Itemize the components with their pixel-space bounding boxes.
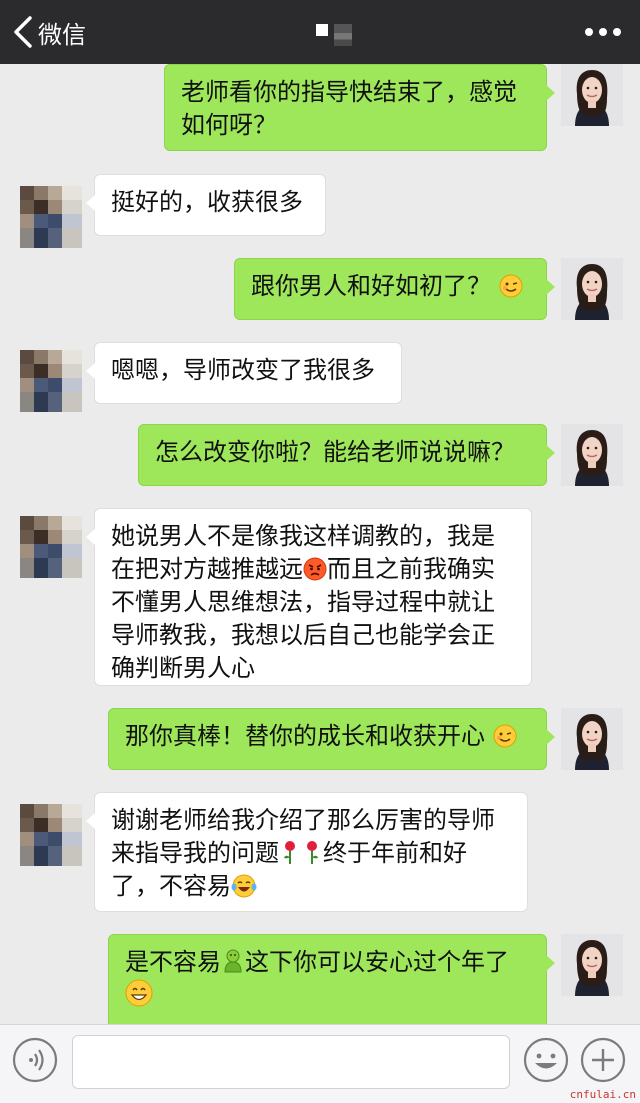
title-pixel-block [334, 24, 352, 46]
chat-area[interactable]: 老师看你的指导快结束了，感觉如何呀？ 挺好的，收获很多 跟你男人和好如初了？ 嗯… [0, 64, 640, 1024]
message-text: 怎么改变你啦？能给老师说说嘛？ [155, 438, 515, 466]
contact-avatar[interactable] [20, 350, 82, 412]
message-text: 嗯嗯，导师改变了我很多 [111, 356, 375, 384]
message-bubble-received[interactable]: 嗯嗯，导师改变了我很多 [86, 342, 402, 404]
message-input[interactable] [72, 1035, 510, 1089]
message-text: 跟你男人和好如初了？ [251, 272, 491, 300]
message-row: 谢谢老师给我介绍了那么厉害的导师来指导我的问题 终于年前和好了，不容易 [0, 792, 640, 922]
message-bubble-sent[interactable]: 是不容易 这下你可以安心过个年了 [108, 934, 555, 1024]
blush-wink-emoji [492, 724, 517, 748]
more-actions-button[interactable] [580, 1037, 626, 1083]
message-row: 是不容易 这下你可以安心过个年了 [0, 934, 640, 1024]
voice-icon [12, 1037, 58, 1083]
my-avatar[interactable] [561, 424, 623, 486]
my-avatar[interactable] [561, 258, 623, 320]
message-bubble-received[interactable]: 她说男人不是像我这样调教的，我是在把对方越推越远 而且之前我确实不懂男人思维想法，… [86, 508, 532, 686]
rose-emoji [307, 841, 318, 864]
message-bubble-sent[interactable]: 怎么改变你啦？能给老师说说嘛？ [138, 424, 555, 486]
title-pixel [316, 24, 328, 36]
message-text: 那你真棒！替你的成长和收获开心 [125, 722, 485, 750]
message-bubble-sent[interactable]: 老师看你的指导快结束了，感觉如何呀？ [164, 64, 555, 151]
green-figure-emoji [224, 949, 242, 973]
top-bar: 微信 [0, 0, 640, 64]
watermark: cnfulai.cn [569, 1088, 636, 1101]
message-row: 怎么改变你啦？能给老师说说嘛？ [0, 424, 640, 494]
message-text-continued: 这下你可以安心过个年了 [245, 948, 509, 976]
message-bubble-received[interactable]: 挺好的，收获很多 [86, 174, 326, 236]
message-row: 嗯嗯，导师改变了我很多 [0, 342, 640, 412]
message-bubble-sent[interactable]: 跟你男人和好如初了？ [234, 258, 555, 320]
message-text: 老师看你的指导快结束了，感觉如何呀？ [181, 78, 517, 139]
contact-avatar[interactable] [20, 804, 82, 866]
angry-face-emoji [303, 557, 327, 581]
message-row: 挺好的，收获很多 [0, 174, 640, 248]
contact-avatar[interactable] [20, 516, 82, 578]
message-row: 老师看你的指导快结束了，感觉如何呀？ [0, 64, 640, 154]
input-bar: cnfulai.cn [0, 1024, 640, 1103]
message-row: 那你真棒！替你的成长和收获开心 [0, 708, 640, 778]
emoji-button[interactable] [523, 1037, 569, 1083]
emoji-icon [523, 1037, 569, 1083]
chat-title-obscured [316, 24, 352, 46]
more-dots-icon [585, 28, 621, 36]
rose-emoji [284, 841, 295, 864]
message-text: 是不容易 [125, 948, 221, 976]
blush-wink-emoji [498, 274, 523, 298]
back-label: 微信 [38, 20, 86, 49]
chevron-left-icon [14, 16, 32, 48]
message-row: 她说男人不是像我这样调教的，我是在把对方越推越远 而且之前我确实不懂男人思维想法，… [0, 508, 640, 688]
message-row: 跟你男人和好如初了？ [0, 258, 640, 328]
contact-avatar[interactable] [20, 186, 82, 248]
my-avatar[interactable] [561, 708, 623, 770]
my-avatar[interactable] [561, 934, 623, 996]
my-avatar[interactable] [561, 64, 623, 126]
laugh-tears-emoji [231, 874, 257, 898]
message-bubble-sent[interactable]: 那你真棒！替你的成长和收获开心 [108, 708, 555, 770]
more-button[interactable] [578, 16, 628, 48]
voice-input-button[interactable] [12, 1037, 58, 1083]
grin-emoji [125, 979, 153, 1007]
message-bubble-received[interactable]: 谢谢老师给我介绍了那么厉害的导师来指导我的问题 终于年前和好了，不容易 [86, 792, 528, 912]
message-text: 挺好的，收获很多 [111, 188, 303, 216]
back-button[interactable]: 微信 [10, 10, 86, 54]
plus-icon [580, 1037, 626, 1083]
